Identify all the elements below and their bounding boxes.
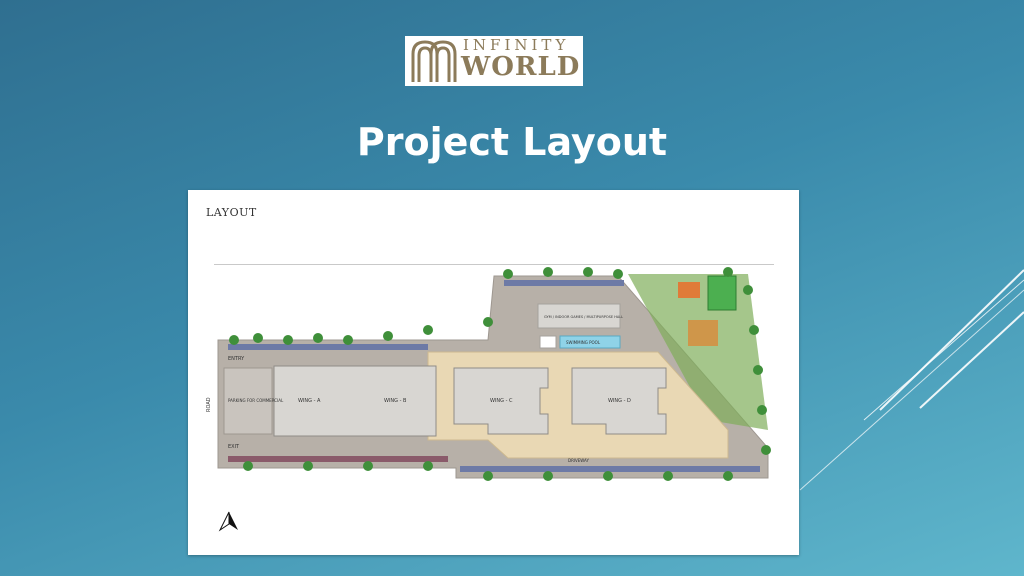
logo-line2: WORLD [461, 52, 581, 82]
label-road: ROAD [206, 397, 212, 412]
layout-plan-panel: LAYOUT ENTRY EXIT ROAD PARKING FOR COMME… [188, 190, 799, 555]
slide-title: Project Layout [356, 120, 668, 164]
label-driveway: DRIVEWAY [568, 458, 589, 463]
sports-court [707, 275, 737, 311]
label-wing-d: WING - D [608, 398, 631, 404]
site-plan-drawing: ENTRY EXIT ROAD PARKING FOR COMMERCIAL W… [206, 267, 771, 481]
label-exit: EXIT [228, 444, 240, 450]
label-entry: ENTRY [228, 356, 245, 362]
label-wing-b: WING - B [384, 398, 407, 404]
play-area [678, 282, 700, 298]
label-clubhouse: GYM / INDOOR GAMES / MULTIPURPOSE HALL [544, 315, 623, 319]
logo-arches-icon [411, 40, 457, 82]
label-wing-a: WING - A [298, 398, 321, 404]
infinity-world-logo: INFINITY WORLD [405, 36, 583, 86]
label-wing-c: WING - C [490, 398, 513, 404]
label-pool: SWIMMING POOL [566, 340, 601, 345]
label-parking: PARKING FOR COMMERCIAL [228, 398, 284, 403]
decorative-lines [799, 269, 1024, 491]
pool-deck [539, 335, 557, 349]
north-arrow-icon [218, 511, 238, 532]
lawn-area [688, 320, 718, 346]
